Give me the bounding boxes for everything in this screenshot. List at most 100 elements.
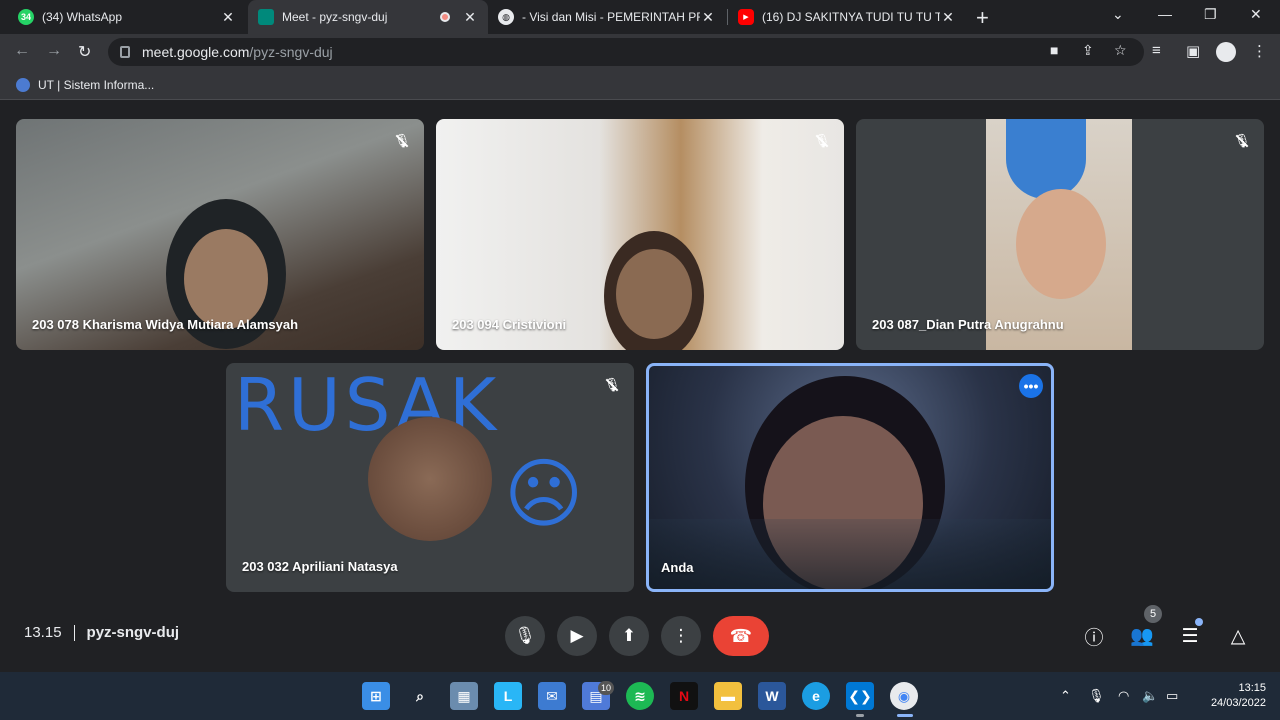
microphone-icon: 🎙 — [514, 626, 536, 645]
chat-icon: ☰ — [1181, 625, 1199, 647]
wifi-icon[interactable]: ◠ — [1118, 688, 1129, 704]
back-button[interactable]: ← — [14, 42, 30, 60]
word-app[interactable]: W — [758, 682, 786, 710]
reload-button[interactable]: ↻ — [78, 42, 91, 62]
leave-call-button[interactable]: ☎ — [713, 616, 769, 656]
mail-icon: ✉ — [546, 687, 558, 704]
participant-tile[interactable]: 🎙 203 087_Dian Putra Anugrahnu — [856, 119, 1264, 350]
battery-icon[interactable]: ▭ — [1166, 688, 1178, 704]
edge-icon: e — [812, 688, 820, 704]
chat-notification-dot — [1195, 618, 1203, 626]
l-app-icon: L — [503, 688, 513, 704]
participant-tile[interactable]: 🎙 203 078 Kharisma Widya Mutiara Alamsya… — [16, 119, 424, 350]
activities-icon: △ — [1230, 625, 1246, 647]
self-tile[interactable]: ••• Anda — [646, 363, 1054, 592]
mic-off-icon: 🎙 — [812, 131, 832, 151]
present-screen-icon: ⬆ — [621, 626, 637, 645]
volume-icon[interactable]: 🔈 — [1142, 688, 1158, 704]
bookmark-ut[interactable]: UT | Sistem Informa... — [38, 78, 154, 92]
background-console — [649, 519, 1051, 589]
camera-icon[interactable]: ■ — [1050, 42, 1058, 58]
bookmark-icon — [16, 77, 30, 92]
present-button[interactable]: ⬆ — [609, 616, 649, 656]
participant-tile[interactable]: 🎙 203 094 Cristivioni — [436, 119, 844, 350]
profile-avatar[interactable] — [1216, 42, 1236, 62]
new-tab-button[interactable]: + — [976, 5, 989, 31]
tab-visi-misi[interactable]: ◍ - Visi dan Misi - PEMERINTAH PR ✕ — [488, 0, 726, 34]
meeting-time: 13.15 — [24, 624, 62, 641]
more-options-button[interactable]: ⋮ — [661, 616, 701, 656]
close-icon[interactable]: ✕ — [462, 9, 478, 26]
hang-up-icon: ☎ — [729, 625, 753, 646]
participant-count-badge: 5 — [1144, 605, 1162, 623]
photos-icon: ▦ — [457, 687, 471, 704]
participant-face — [184, 229, 268, 329]
microphone-button[interactable]: 🎙 — [505, 616, 545, 656]
photos-app[interactable]: ▦ — [450, 682, 478, 710]
tab-whatsapp[interactable]: 34 (34) WhatsApp ✕ — [8, 0, 246, 34]
close-icon[interactable]: ✕ — [700, 9, 716, 26]
camera-button[interactable]: ▶ — [557, 616, 597, 656]
tab-title: - Visi dan Misi - PEMERINTAH PR — [522, 10, 700, 24]
file-explorer-app[interactable]: ▬ — [714, 682, 742, 710]
mail-count-badge: 10 — [598, 681, 614, 695]
mail-app[interactable]: ✉ — [538, 682, 566, 710]
forward-button[interactable]: → — [46, 42, 62, 60]
people-icon: 👥 — [1130, 626, 1154, 647]
meeting-controls-bar: 13.15 pyz-sngv-duj 🎙 ▶ ⬆ ⋮ ☎ ⓘ 👥 ☰ △ — [0, 600, 1280, 672]
url-host: meet.google.com — [142, 44, 250, 60]
windows-icon: ⊞ — [370, 687, 382, 704]
active-indicator — [897, 714, 913, 717]
address-bar[interactable]: meet.google.com /pyz-sngv-duj — [108, 38, 1144, 66]
globe-icon: ◍ — [498, 9, 514, 25]
activities-button[interactable]: △ — [1222, 620, 1254, 652]
more-vert-icon: ⋮ — [672, 626, 690, 645]
spotify-icon: ≋ — [634, 687, 646, 704]
mic-off-icon: 🎙 — [1232, 131, 1252, 151]
spotify-app[interactable]: ≋ — [626, 682, 654, 710]
netflix-icon: N — [678, 688, 690, 704]
participant-face — [616, 249, 692, 339]
tab-title: (34) WhatsApp — [42, 10, 123, 24]
l-app[interactable]: L — [494, 682, 522, 710]
microphone-tray-icon[interactable]: 🎙 — [1088, 688, 1105, 704]
side-panel-icon[interactable]: ▣ — [1186, 42, 1200, 60]
browser-tab-strip: 34 (34) WhatsApp ✕ Meet - pyz-sngv-duj ✕… — [0, 0, 1280, 34]
menu-icon[interactable]: ⋮ — [1252, 42, 1267, 60]
restore-button[interactable]: ❐ — [1204, 6, 1217, 23]
vscode-app[interactable]: ❮❯ — [846, 682, 874, 710]
clock-time: 13:15 — [1238, 682, 1266, 694]
tab-meet[interactable]: Meet - pyz-sngv-duj ✕ — [248, 0, 488, 34]
search-button[interactable]: ⌕ — [406, 682, 434, 710]
tab-title: (16) DJ SAKITNYA TUDI TU TU TU — [762, 10, 940, 24]
divider — [73, 624, 75, 641]
close-icon[interactable]: ✕ — [940, 9, 956, 26]
close-window-button[interactable]: ✕ — [1250, 6, 1262, 23]
meeting-code: pyz-sngv-duj — [86, 624, 180, 641]
youtube-icon: ▶ — [738, 9, 754, 25]
star-icon[interactable]: ☆ — [1114, 42, 1127, 59]
running-indicator — [856, 714, 864, 717]
recording-indicator-icon — [440, 12, 450, 22]
tab-youtube[interactable]: ▶ (16) DJ SAKITNYA TUDI TU TU TU ✕ — [728, 0, 966, 34]
edge-app[interactable]: e — [802, 682, 830, 710]
netflix-app[interactable]: N — [670, 682, 698, 710]
share-icon[interactable]: ⇪ — [1082, 42, 1094, 59]
minimize-button[interactable]: — — [1158, 6, 1172, 22]
chrome-app[interactable]: ◉ — [890, 682, 918, 710]
meeting-details-button[interactable]: ⓘ — [1078, 620, 1110, 652]
more-options-button[interactable]: ••• — [1019, 374, 1043, 398]
clock-date: 24/03/2022 — [1210, 697, 1266, 709]
participant-face — [1016, 189, 1106, 299]
media-control-icon[interactable]: ≡ — [1152, 42, 1161, 59]
close-icon[interactable]: ✕ — [220, 9, 236, 26]
sad-face-drawing: ☹ — [504, 452, 584, 537]
chevron-down-icon[interactable]: ⌄ — [1112, 6, 1124, 23]
participant-tile[interactable]: RUSAK ☹ 🎙 203 032 Apriliani Natasya — [226, 363, 634, 592]
whatsapp-icon: 34 — [18, 9, 34, 25]
system-clock[interactable]: 13:15 24/03/2022 — [1196, 681, 1266, 711]
people-button[interactable]: 👥 — [1126, 620, 1158, 652]
start-button[interactable]: ⊞ — [362, 682, 390, 710]
word-icon: W — [765, 688, 779, 704]
chevron-up-icon[interactable]: ⌃ — [1060, 688, 1071, 704]
